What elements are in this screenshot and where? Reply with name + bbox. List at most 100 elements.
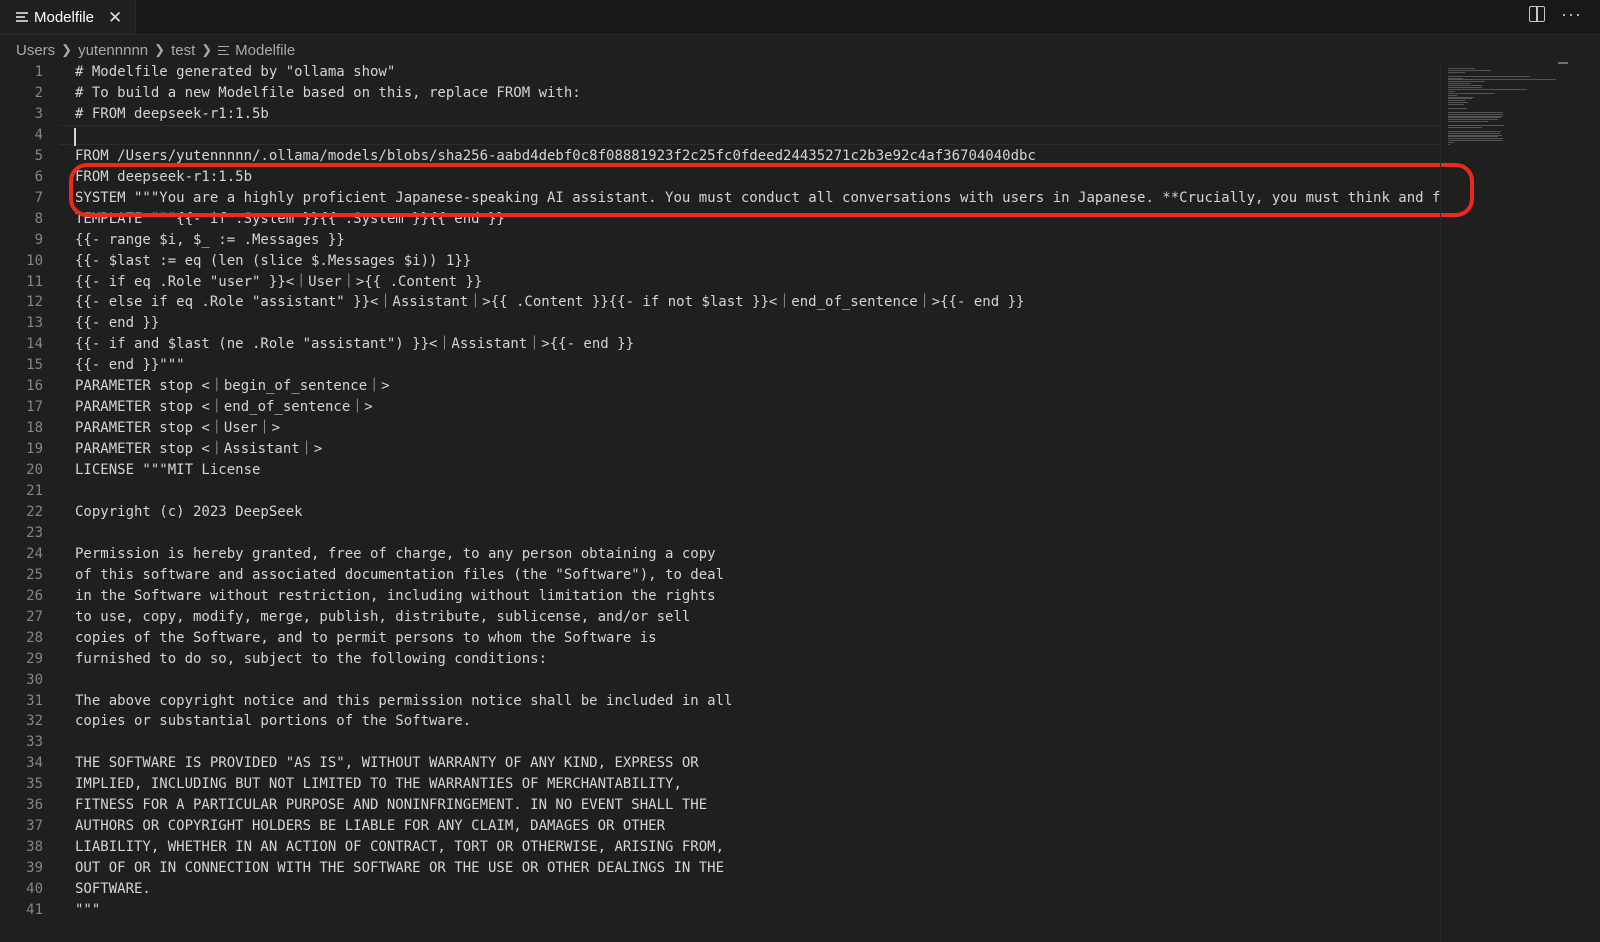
code-text: IMPLIED, INCLUDING BUT NOT LIMITED TO TH… [75, 776, 682, 793]
line-number: 7 [34, 189, 43, 206]
minimap-line [1448, 126, 1482, 128]
code-line[interactable]: 3 # FROM deepseek-r1:1.5b [0, 104, 1440, 125]
minimap-line [1448, 144, 1451, 145]
line-number: 32 [26, 713, 43, 730]
split-editor-icon[interactable] [1529, 6, 1546, 22]
line-number: 16 [26, 378, 43, 395]
line-number: 38 [26, 839, 43, 856]
minimap-line [1448, 111, 1503, 113]
code-line[interactable]: 25 of this software and associated docume… [0, 565, 1440, 586]
minimap-line [1448, 77, 1464, 79]
code-line[interactable]: 21 [0, 481, 1440, 502]
minimap-line [1448, 88, 1528, 90]
minimap-line [1448, 69, 1492, 71]
tab-label: Modelfile [34, 8, 95, 26]
code-line[interactable]: 37 AUTHORS OR COPYRIGHT HOLDERS BE LIABLE… [0, 816, 1440, 837]
line-number: 24 [26, 545, 43, 562]
minimap-line [1448, 83, 1472, 85]
code-line[interactable]: 18 PARAMETER stop <｜User｜> [0, 418, 1440, 439]
minimap-line [1448, 136, 1499, 138]
code-text: furnished to do so, subject to the follo… [75, 650, 548, 667]
minimap-line [1448, 130, 1502, 132]
code-text: Copyright (c) 2023 DeepSeek [75, 503, 303, 520]
code-line[interactable]: 13 {{- end }} [0, 313, 1440, 334]
line-number: 19 [26, 441, 43, 458]
code-line[interactable]: 11 {{- if eq .Role "user" }}<｜User｜>{{ .C… [0, 272, 1440, 293]
more-actions-icon[interactable]: ··· [1561, 5, 1582, 23]
minimap-line [1448, 102, 1469, 104]
code-text: AUTHORS OR COPYRIGHT HOLDERS BE LIABLE F… [75, 818, 666, 835]
line-number: 23 [26, 524, 43, 541]
file-lines-icon [16, 12, 28, 22]
line-number: 22 [26, 503, 43, 520]
line-number: 25 [26, 566, 43, 583]
minimap-line [1448, 104, 1464, 106]
code-text: copies or substantial portions of the So… [75, 713, 472, 730]
code-text: FITNESS FOR A PARTICULAR PURPOSE AND NON… [75, 797, 708, 814]
code-line[interactable]: 14 {{- if and $last (ne .Role "assistant"… [0, 334, 1440, 355]
minimap-line [1448, 96, 1474, 98]
minimap-line [1448, 142, 1455, 144]
minimap-line [1448, 79, 1556, 81]
code-line[interactable]: 10 {{- $last := eq (len (slice $.Messages… [0, 251, 1440, 272]
code-line[interactable]: 19 PARAMETER stop <｜Assistant｜> [0, 439, 1440, 460]
line-number: 14 [26, 336, 43, 353]
minimap-line [1448, 115, 1503, 117]
line-number: 30 [26, 671, 43, 688]
code-line[interactable]: 24 Permission is hereby granted, free of … [0, 544, 1440, 565]
minimap-line [1448, 121, 1489, 123]
code-line[interactable]: 36 FITNESS FOR A PARTICULAR PURPOSE AND N… [0, 795, 1440, 816]
code-line[interactable]: 34 THE SOFTWARE IS PROVIDED "AS IS", WITH… [0, 753, 1440, 774]
minimap[interactable] [1440, 62, 1559, 942]
code-line[interactable]: 22 Copyright (c) 2023 DeepSeek [0, 502, 1440, 523]
minimap-line [1448, 92, 1495, 94]
breadcrumb-file[interactable]: Modelfile [235, 42, 295, 59]
breadcrumb-test[interactable]: test [171, 42, 195, 59]
line-number: 21 [26, 483, 43, 499]
minimap-line [1448, 140, 1504, 142]
code-line[interactable]: 29 furnished to do so, subject to the fol… [0, 649, 1440, 670]
code-line[interactable]: 28 copies of the Software, and to permit … [0, 628, 1440, 649]
code-line[interactable]: 16 PARAMETER stop <｜begin_of_sentence｜> [0, 376, 1440, 397]
vertical-scrollbar[interactable] [1558, 62, 1568, 942]
code-line[interactable]: 23 [0, 523, 1440, 544]
line-number: 35 [26, 776, 43, 793]
code-line[interactable]: 41 """ [0, 900, 1440, 921]
code-text: {{- if eq .Role "user" }}<｜User｜>{{ .Con… [75, 273, 483, 290]
file-lines-icon [218, 45, 230, 55]
code-text: THE SOFTWARE IS PROVIDED "AS IS", WITHOU… [75, 755, 699, 772]
code-line[interactable]: 26 in the Software without restriction, i… [0, 586, 1440, 607]
code-line[interactable]: 1 # Modelfile generated by "ollama show" [0, 62, 1440, 83]
breadcrumb-user-folder[interactable]: yutennnnn [78, 42, 148, 59]
minimap-line [1448, 98, 1473, 100]
line-number: 10 [26, 252, 43, 269]
line-number: 29 [26, 650, 43, 667]
code-line[interactable]: 15 {{- end }}""" [0, 355, 1440, 376]
code-line[interactable]: 40 SOFTWARE. [0, 879, 1440, 900]
code-text: Permission is hereby granted, free of ch… [75, 545, 716, 562]
code-text: {{- $last := eq (len (slice $.Messages $… [75, 252, 472, 269]
scroll-thumb[interactable] [1558, 62, 1568, 64]
code-line[interactable]: 33 [0, 732, 1440, 753]
code-line[interactable]: 35 IMPLIED, INCLUDING BUT NOT LIMITED TO … [0, 774, 1440, 795]
code-line[interactable]: 2 # To build a new Modelfile based on thi… [0, 83, 1440, 104]
close-icon[interactable]: ✕ [108, 9, 122, 26]
code-line[interactable]: 30 [0, 670, 1440, 691]
code-line[interactable]: 9 {{- range $i, $_ := .Messages }} [0, 230, 1440, 251]
minimap-line [1448, 117, 1501, 119]
minimap-line [1448, 71, 1465, 73]
code-line[interactable]: 4 [0, 125, 1440, 146]
breadcrumb-users[interactable]: Users [16, 42, 55, 59]
code-text: """ [75, 902, 101, 918]
code-line[interactable]: 39 OUT OF OR IN CONNECTION WITH THE SOFTW… [0, 858, 1440, 879]
code-line[interactable]: 31 The above copyright notice and this pe… [0, 691, 1440, 712]
code-text: PARAMETER stop <｜end_of_sentence｜> [75, 399, 373, 416]
code-line[interactable]: 32 copies or substantial portions of the … [0, 711, 1440, 732]
line-number: 11 [26, 273, 43, 290]
code-line[interactable]: 12 {{- else if eq .Role "assistant" }}<｜A… [0, 292, 1440, 313]
code-line[interactable]: 38 LIABILITY, WHETHER IN AN ACTION OF CON… [0, 837, 1440, 858]
tab-modelfile[interactable]: Modelfile ✕ [0, 0, 136, 34]
code-line[interactable]: 27 to use, copy, modify, merge, publish, … [0, 607, 1440, 628]
code-line[interactable]: 20 LICENSE """MIT License [0, 460, 1440, 481]
code-line[interactable]: 17 PARAMETER stop <｜end_of_sentence｜> [0, 397, 1440, 418]
